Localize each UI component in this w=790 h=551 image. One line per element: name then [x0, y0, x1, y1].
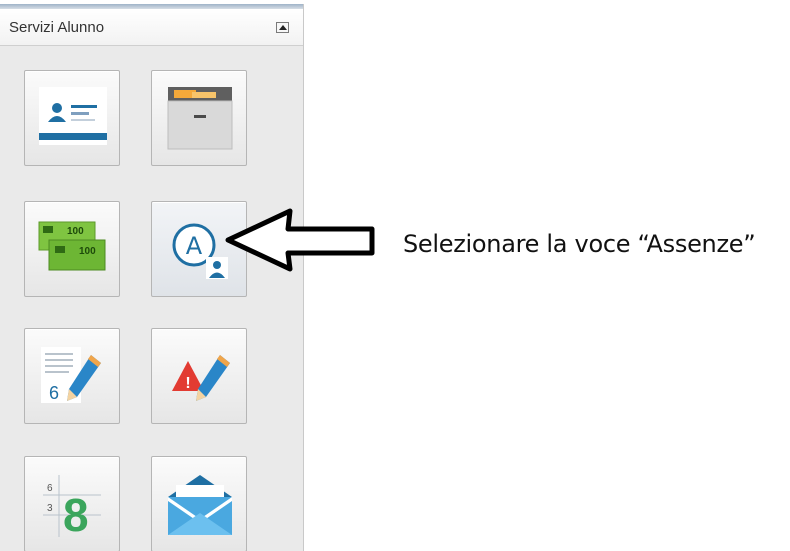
- left-arrow-icon: [225, 208, 375, 272]
- note-value-1: 100: [67, 226, 84, 237]
- tile-fees[interactable]: 100 100: [24, 201, 120, 297]
- banknotes-icon: 100 100: [38, 221, 106, 271]
- warning-glyph: !: [185, 375, 190, 392]
- servizi-alunno-panel: Servizi Alunno 100 100 A 6 ! 6 3 8: [0, 4, 304, 551]
- annotation-text: Selezionare la voce “Assenze”: [403, 230, 756, 258]
- panel-header: Servizi Alunno: [0, 9, 303, 46]
- tile-archive[interactable]: [151, 70, 247, 166]
- tile-student-data[interactable]: [24, 70, 120, 166]
- small-mark-1: 6: [47, 483, 53, 494]
- note-value-2: 100: [79, 246, 96, 257]
- envelope-icon: [168, 475, 232, 535]
- disciplinary-note-icon: !: [172, 355, 230, 401]
- tile-grades[interactable]: 6: [24, 328, 120, 424]
- grade-glyph: 6: [49, 383, 59, 403]
- panel-title: Servizi Alunno: [9, 19, 105, 36]
- grades-notebook-icon: 6: [41, 347, 101, 403]
- tile-disciplinary-notes[interactable]: !: [151, 328, 247, 424]
- student-card-icon: [39, 87, 107, 145]
- small-mark-2: 3: [47, 503, 53, 514]
- collapse-button[interactable]: [276, 22, 289, 33]
- marks-table-icon: 6 3 8: [43, 475, 101, 541]
- file-cabinet-icon: [167, 87, 233, 150]
- absences-glyph: A: [186, 232, 203, 260]
- tile-marks-table[interactable]: 6 3 8: [24, 456, 120, 551]
- big-mark: 8: [63, 489, 89, 541]
- tile-messages[interactable]: [151, 456, 247, 551]
- collapse-up-icon: [279, 25, 287, 30]
